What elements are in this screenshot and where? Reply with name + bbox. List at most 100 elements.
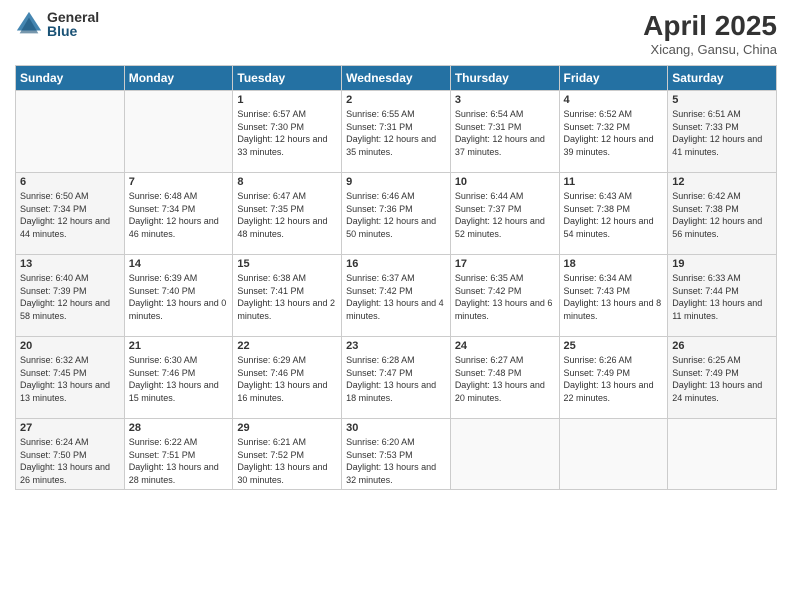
day-info: Sunrise: 6:39 AM Sunset: 7:40 PM Dayligh…	[129, 272, 229, 322]
day-number: 27	[20, 422, 120, 434]
day-info: Sunrise: 6:35 AM Sunset: 7:42 PM Dayligh…	[455, 272, 555, 322]
day-info: Sunrise: 6:29 AM Sunset: 7:46 PM Dayligh…	[237, 354, 337, 404]
col-tuesday: Tuesday	[233, 66, 342, 91]
day-info: Sunrise: 6:42 AM Sunset: 7:38 PM Dayligh…	[672, 190, 772, 240]
day-info: Sunrise: 6:37 AM Sunset: 7:42 PM Dayligh…	[346, 272, 446, 322]
day-info: Sunrise: 6:44 AM Sunset: 7:37 PM Dayligh…	[455, 190, 555, 240]
day-number: 3	[455, 94, 555, 106]
day-number: 25	[564, 340, 664, 352]
calendar-week-row: 1 Sunrise: 6:57 AM Sunset: 7:30 PM Daylig…	[16, 91, 777, 173]
calendar-cell: 4Sunrise: 6:52 AM Sunset: 7:32 PM Daylig…	[559, 91, 668, 173]
day-number: 12	[672, 176, 772, 188]
calendar-cell: 13Sunrise: 6:40 AM Sunset: 7:39 PM Dayli…	[16, 255, 125, 337]
calendar-cell: 3 Sunrise: 6:54 AM Sunset: 7:31 PM Daylig…	[450, 91, 559, 173]
day-number: 17	[455, 258, 555, 270]
logo-text: General Blue	[47, 10, 99, 38]
month-title: April 2025	[643, 10, 777, 42]
calendar-cell: 1 Sunrise: 6:57 AM Sunset: 7:30 PM Daylig…	[233, 91, 342, 173]
calendar-cell	[559, 419, 668, 490]
calendar-week-row: 13Sunrise: 6:40 AM Sunset: 7:39 PM Dayli…	[16, 255, 777, 337]
calendar-cell: 2 Sunrise: 6:55 AM Sunset: 7:31 PM Daylig…	[342, 91, 451, 173]
day-info: Sunrise: 6:20 AM Sunset: 7:53 PM Dayligh…	[346, 436, 446, 486]
day-info: Sunrise: 6:47 AM Sunset: 7:35 PM Dayligh…	[237, 190, 337, 240]
calendar-cell: 18Sunrise: 6:34 AM Sunset: 7:43 PM Dayli…	[559, 255, 668, 337]
calendar-cell: 23Sunrise: 6:28 AM Sunset: 7:47 PM Dayli…	[342, 337, 451, 419]
page-header: General Blue April 2025 Xicang, Gansu, C…	[15, 10, 777, 57]
logo-general: General	[47, 10, 99, 24]
day-number: 6	[20, 176, 120, 188]
calendar-cell: 22 Sunrise: 6:29 AM Sunset: 7:46 PM Dayli…	[233, 337, 342, 419]
calendar-cell: 12 Sunrise: 6:42 AM Sunset: 7:38 PM Dayli…	[668, 173, 777, 255]
calendar-header-row: Sunday Monday Tuesday Wednesday Thursday…	[16, 66, 777, 91]
day-info: Sunrise: 6:25 AM Sunset: 7:49 PM Dayligh…	[672, 354, 772, 404]
calendar-cell: 7 Sunrise: 6:48 AM Sunset: 7:34 PM Daylig…	[124, 173, 233, 255]
day-info: Sunrise: 6:52 AM Sunset: 7:32 PM Dayligh…	[564, 108, 664, 158]
calendar-cell	[450, 419, 559, 490]
calendar-cell: 24 Sunrise: 6:27 AM Sunset: 7:48 PM Dayli…	[450, 337, 559, 419]
day-info: Sunrise: 6:34 AM Sunset: 7:43 PM Dayligh…	[564, 272, 664, 322]
day-info: Sunrise: 6:54 AM Sunset: 7:31 PM Dayligh…	[455, 108, 555, 158]
day-number: 7	[129, 176, 229, 188]
day-info: Sunrise: 6:21 AM Sunset: 7:52 PM Dayligh…	[237, 436, 337, 486]
day-number: 15	[237, 258, 337, 270]
day-number: 24	[455, 340, 555, 352]
calendar-cell: 25Sunrise: 6:26 AM Sunset: 7:49 PM Dayli…	[559, 337, 668, 419]
calendar-cell: 8Sunrise: 6:47 AM Sunset: 7:35 PM Daylig…	[233, 173, 342, 255]
logo-icon	[15, 10, 43, 38]
day-info: Sunrise: 6:50 AM Sunset: 7:34 PM Dayligh…	[20, 190, 120, 240]
calendar-cell: 29 Sunrise: 6:21 AM Sunset: 7:52 PM Dayli…	[233, 419, 342, 490]
col-friday: Friday	[559, 66, 668, 91]
location-subtitle: Xicang, Gansu, China	[643, 42, 777, 57]
day-info: Sunrise: 6:38 AM Sunset: 7:41 PM Dayligh…	[237, 272, 337, 322]
calendar-week-row: 20 Sunrise: 6:32 AM Sunset: 7:45 PM Dayli…	[16, 337, 777, 419]
day-info: Sunrise: 6:51 AM Sunset: 7:33 PM Dayligh…	[672, 108, 772, 158]
calendar-week-row: 6 Sunrise: 6:50 AM Sunset: 7:34 PM Daylig…	[16, 173, 777, 255]
day-info: Sunrise: 6:32 AM Sunset: 7:45 PM Dayligh…	[20, 354, 120, 404]
calendar-cell: 19 Sunrise: 6:33 AM Sunset: 7:44 PM Dayli…	[668, 255, 777, 337]
calendar-cell: 10 Sunrise: 6:44 AM Sunset: 7:37 PM Dayli…	[450, 173, 559, 255]
calendar-week-row: 27 Sunrise: 6:24 AM Sunset: 7:50 PM Dayli…	[16, 419, 777, 490]
day-info: Sunrise: 6:57 AM Sunset: 7:30 PM Dayligh…	[237, 108, 337, 158]
day-number: 10	[455, 176, 555, 188]
calendar-cell: 11 Sunrise: 6:43 AM Sunset: 7:38 PM Dayli…	[559, 173, 668, 255]
day-number: 22	[237, 340, 337, 352]
day-info: Sunrise: 6:48 AM Sunset: 7:34 PM Dayligh…	[129, 190, 229, 240]
col-monday: Monday	[124, 66, 233, 91]
calendar-cell: 30 Sunrise: 6:20 AM Sunset: 7:53 PM Dayli…	[342, 419, 451, 490]
col-saturday: Saturday	[668, 66, 777, 91]
day-number: 14	[129, 258, 229, 270]
day-info: Sunrise: 6:55 AM Sunset: 7:31 PM Dayligh…	[346, 108, 446, 158]
day-number: 11	[564, 176, 664, 188]
calendar-body: 1 Sunrise: 6:57 AM Sunset: 7:30 PM Daylig…	[16, 91, 777, 490]
day-info: Sunrise: 6:30 AM Sunset: 7:46 PM Dayligh…	[129, 354, 229, 404]
day-number: 16	[346, 258, 446, 270]
day-info: Sunrise: 6:33 AM Sunset: 7:44 PM Dayligh…	[672, 272, 772, 322]
day-number: 1	[237, 94, 337, 106]
calendar-cell: 15 Sunrise: 6:38 AM Sunset: 7:41 PM Dayli…	[233, 255, 342, 337]
day-number: 9	[346, 176, 446, 188]
col-wednesday: Wednesday	[342, 66, 451, 91]
day-number: 2	[346, 94, 446, 106]
calendar-cell: 21 Sunrise: 6:30 AM Sunset: 7:46 PM Dayli…	[124, 337, 233, 419]
calendar-cell: 5 Sunrise: 6:51 AM Sunset: 7:33 PM Daylig…	[668, 91, 777, 173]
day-number: 20	[20, 340, 120, 352]
logo-blue: Blue	[47, 24, 99, 38]
day-number: 30	[346, 422, 446, 434]
day-info: Sunrise: 6:46 AM Sunset: 7:36 PM Dayligh…	[346, 190, 446, 240]
day-info: Sunrise: 6:43 AM Sunset: 7:38 PM Dayligh…	[564, 190, 664, 240]
calendar-cell	[124, 91, 233, 173]
day-number: 5	[672, 94, 772, 106]
calendar-table: Sunday Monday Tuesday Wednesday Thursday…	[15, 65, 777, 490]
day-number: 29	[237, 422, 337, 434]
col-thursday: Thursday	[450, 66, 559, 91]
day-info: Sunrise: 6:24 AM Sunset: 7:50 PM Dayligh…	[20, 436, 120, 486]
calendar-cell: 9 Sunrise: 6:46 AM Sunset: 7:36 PM Daylig…	[342, 173, 451, 255]
calendar-cell: 26Sunrise: 6:25 AM Sunset: 7:49 PM Dayli…	[668, 337, 777, 419]
day-info: Sunrise: 6:27 AM Sunset: 7:48 PM Dayligh…	[455, 354, 555, 404]
calendar-cell	[668, 419, 777, 490]
calendar-cell: 16 Sunrise: 6:37 AM Sunset: 7:42 PM Dayli…	[342, 255, 451, 337]
calendar-page: General Blue April 2025 Xicang, Gansu, C…	[0, 0, 792, 612]
title-block: April 2025 Xicang, Gansu, China	[643, 10, 777, 57]
day-number: 21	[129, 340, 229, 352]
day-number: 19	[672, 258, 772, 270]
